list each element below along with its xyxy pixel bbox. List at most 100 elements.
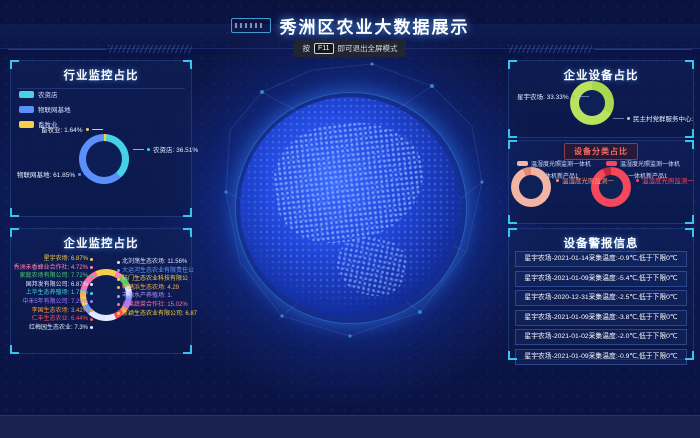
enterprise-label: 仁丰生态农业: 6.44% [32, 316, 93, 322]
callout-dot [627, 117, 630, 120]
callout-text: 畜牧业: 1.64% [41, 124, 83, 134]
enterprise-labels-right: 北刘荡生态农场: 11.56% 大运河生态农业有限责任公陆门生态农业科技有限公鸭踏… [117, 259, 193, 319]
enterprise-labels-left: 星宇农场: 6.87% 秀洲禾香蜂业合作社: 4.72% 家庭农场有限公司: 7.7… [13, 256, 93, 333]
legend-swatch [606, 161, 617, 166]
label-dot [90, 266, 93, 269]
corner-bracket [10, 228, 19, 237]
enterprise-label: 北刘荡生态农场: 11.56% [117, 259, 187, 265]
callout-text: 民主村党群服务中心: [633, 113, 693, 123]
hint-suffix: 即可退出全屏模式 [338, 43, 398, 54]
leader-line [578, 96, 589, 97]
category-donut-left [511, 167, 551, 207]
enterprise-label: 鸭踏浜生态农场: 4.29 [117, 285, 179, 291]
corner-bracket [508, 351, 517, 360]
enterprise-label-text: 大运河生态农业有限责任公 [122, 268, 194, 274]
callout-dot [572, 95, 575, 98]
corner-bracket [183, 208, 192, 217]
enterprise-label: 中禾5年有限公司: 7.29% [22, 299, 93, 305]
panel-device-category: 设备分类占比 温湿度光照监测一体机一体机新产品1 温湿度光照监测一体机一体机新产… [508, 140, 694, 224]
brand-logo [231, 18, 271, 33]
alarm-row: 星宇农场-2021-01-09采集温度:-3.8℃,低于下限0℃ [515, 310, 687, 326]
page-title: 秀洲区农业大数据展示 [280, 13, 470, 38]
enterprise-label: 红梅园生态农业: 7.3% [29, 325, 93, 331]
callout-label: 农资店: 36.51% [133, 144, 198, 154]
callout-text: 农资店: 36.51% [153, 144, 198, 154]
enterprise-label-text: 陆门生态农业科技有限公 [122, 276, 188, 282]
corner-bracket [10, 345, 19, 354]
leader-line [613, 118, 624, 119]
alarm-row: 星宇农场-2021-01-14采集温度:-0.9℃,低于下限0℃ [515, 251, 687, 267]
f11-keycap: F11 [314, 43, 334, 54]
corner-bracket [508, 60, 517, 69]
corner-bracket [685, 129, 694, 138]
category-donut-right [591, 167, 631, 207]
legend-label: 温湿度光照监测一体机 [531, 159, 591, 168]
label-dot [90, 258, 93, 261]
alarm-row: 星宇农场-2020-12-31采集温度:-2.5℃,低于下限0℃ [515, 290, 687, 306]
corner-bracket [685, 140, 694, 149]
enterprise-label: 李国生态农场: 3.42% [32, 308, 93, 314]
legend-label: 农资店 [38, 89, 58, 99]
device-donut-chart [570, 81, 614, 125]
legend-label: 温湿度光照监测一体机 [620, 159, 680, 168]
callout-label: 物联网基地: 61.85% [17, 169, 95, 179]
panel-title: 设备警报信息 [509, 229, 693, 251]
callout-text: 星宇农场: 33.33% [517, 91, 569, 101]
enterprise-label-text: 丰源水产养殖场: 1. [122, 293, 172, 299]
enterprise-label-text: 家庭农场有限公司: 7.72% [20, 273, 88, 279]
callout-dot [636, 179, 639, 182]
legend-swatch [19, 106, 34, 113]
corner-bracket [183, 60, 192, 69]
corner-bracket [685, 60, 694, 69]
corner-bracket [183, 228, 192, 237]
callout-text: 温湿度光照监测一 [562, 175, 614, 185]
enterprise-label: 秀洲禾香蜂业合作社: 4.72% [14, 265, 93, 271]
enterprise-label-text: 红梅园生态农业: 7.3% [29, 325, 88, 331]
label-dot [90, 283, 93, 286]
label-dot [90, 275, 93, 278]
globe [240, 97, 460, 317]
enterprise-label: 星宇农场: 6.87% [44, 256, 93, 262]
label-dot [117, 261, 120, 264]
dashboard-screen: 秀洲区农业大数据展示 按 F11 即可退出全屏模式 行业监控占比 农资店物联网基… [0, 0, 700, 438]
legend-item: 物联网基地 [19, 104, 71, 114]
enterprise-label: 陆门生态农业科技有限公 [117, 276, 188, 282]
enterprise-label: 上华生态养殖场: 1.72% [26, 290, 93, 296]
corner-bracket [685, 228, 694, 237]
panel-enterprise-device: 企业设备占比 星宇农场: 33.33% 民主村党群服务中心: [508, 60, 694, 138]
enterprise-label-text: 星宇农场: 6.87% [44, 256, 88, 262]
donut-hole [519, 175, 543, 199]
corner-bracket [508, 228, 517, 237]
leader-line [92, 129, 103, 130]
label-dot [90, 326, 93, 329]
leader-line [84, 174, 95, 175]
legend-item: 农资店 [19, 89, 71, 99]
enterprise-label-text: 秀洲禾香蜂业合作社: 4.72% [14, 265, 88, 271]
enterprise-label: 大运河生态农业有限责任公 [117, 268, 194, 274]
panel-title: 企业监控占比 [11, 229, 191, 251]
enterprise-label-text: 中禾5年有限公司: 7.29% [22, 299, 88, 305]
enterprise-label-text: 新颖生态农业有限公司: 6.87 [122, 311, 197, 317]
callout-label: 畜牧业: 1.64% [41, 124, 103, 134]
industry-legend: 农资店物联网基地畜牧业 [19, 89, 71, 129]
callout-dot [147, 148, 150, 151]
corner-bracket [10, 60, 19, 69]
corner-bracket [508, 140, 517, 149]
alarm-row: 星宇农场-2021-01-09采集温度:-5.4℃,低于下限0℃ [515, 271, 687, 287]
legend-swatch [517, 161, 528, 166]
panel-enterprise-monitor: 企业监控占比 星宇农场: 6.87% 秀洲禾香蜂业合作社: 4.72% 家庭农场有限… [10, 228, 192, 354]
label-dot [117, 286, 120, 289]
callout-text: 温湿度光照监测一 [642, 175, 694, 185]
callout-dot [78, 173, 81, 176]
label-dot [117, 269, 120, 272]
alarm-list: 星宇农场-2021-01-14采集温度:-0.9℃,低于下限0℃ 星宇农场-202… [515, 251, 687, 368]
corner-bracket [508, 129, 517, 138]
label-dot [117, 312, 120, 315]
legend-label: 物联网基地 [38, 104, 71, 114]
corner-bracket [685, 351, 694, 360]
corner-bracket [508, 215, 517, 224]
panel-industry-monitor: 行业监控占比 农资店物联网基地畜牧业 畜牧业: 1.64% 农资店: 36.51… [10, 60, 192, 217]
label-dot [90, 309, 93, 312]
label-dot [90, 292, 93, 295]
callout-label: 星宇农场: 33.33% [517, 91, 589, 101]
